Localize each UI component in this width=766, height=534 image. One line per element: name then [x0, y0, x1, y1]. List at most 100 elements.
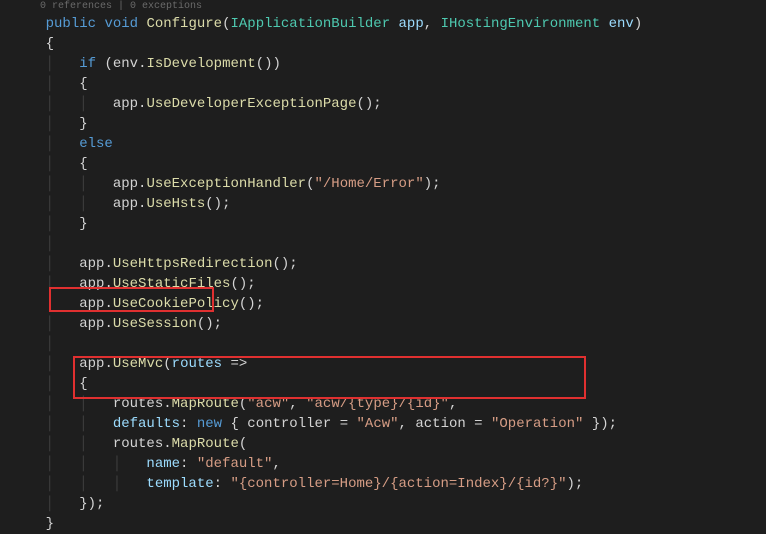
code-line[interactable]: │ }); — [12, 494, 766, 514]
method-usesession: UseSession — [113, 316, 197, 332]
call-end: (); — [239, 296, 264, 312]
comma: , — [272, 456, 280, 472]
param-template: template — [146, 476, 213, 492]
ident-app: app — [79, 296, 104, 312]
method-usehsts: UseHsts — [146, 196, 205, 212]
method-isdev: IsDevelopment — [146, 56, 255, 72]
brace-open: { — [79, 376, 87, 392]
call-end: (); — [205, 196, 230, 212]
code-line[interactable]: public void Configure(IApplicationBuilde… — [12, 14, 766, 34]
param-app: app — [399, 16, 424, 32]
method-usehttps: UseHttpsRedirection — [113, 256, 273, 272]
code-line[interactable]: │ — [12, 234, 766, 254]
code-line[interactable]: │ { — [12, 74, 766, 94]
string-homeerror: "/Home/Error" — [315, 176, 424, 192]
method-usestatic: UseStaticFiles — [113, 276, 231, 292]
code-line[interactable]: │ — [12, 334, 766, 354]
keyword-else: else — [79, 136, 113, 152]
colon: : — [180, 456, 197, 472]
keyword-if: if — [79, 56, 96, 72]
paren: ( — [104, 56, 112, 72]
comma: , — [289, 396, 306, 412]
param-env: env — [609, 16, 634, 32]
ident-app: app — [79, 356, 104, 372]
ident-action: action — [415, 416, 465, 432]
dot: . — [104, 256, 112, 272]
code-line[interactable]: │ } — [12, 214, 766, 234]
brace-close: }); — [79, 496, 104, 512]
ident-app: app — [79, 256, 104, 272]
ident-app: app — [113, 196, 138, 212]
method-maproute: MapRoute — [172, 436, 239, 452]
ident-app: app — [113, 96, 138, 112]
code-line[interactable]: │ if (env.IsDevelopment()) — [12, 54, 766, 74]
param-name: name — [146, 456, 180, 472]
code-line[interactable]: │ else — [12, 134, 766, 154]
ident-app: app — [79, 316, 104, 332]
keyword-public: public — [46, 16, 96, 32]
code-line[interactable]: │ } — [12, 114, 766, 134]
code-line[interactable]: │ │ app.UseHsts(); — [12, 194, 766, 214]
eq: = — [331, 416, 356, 432]
code-line[interactable]: { — [12, 34, 766, 54]
method-usedevexc: UseDeveloperExceptionPage — [146, 96, 356, 112]
paren-close: ) — [634, 16, 642, 32]
code-line[interactable]: │ app.UseSession(); — [12, 314, 766, 334]
paren: ( — [163, 356, 171, 372]
dot: . — [104, 296, 112, 312]
brace-open: { — [79, 156, 87, 172]
paren: ( — [306, 176, 314, 192]
call-end: ); — [567, 476, 584, 492]
code-editor[interactable]: 0 references | 0 exceptions public void … — [0, 0, 766, 534]
code-line[interactable]: │ │ app.UseDeveloperExceptionPage(); — [12, 94, 766, 114]
param-routes: routes — [172, 356, 222, 372]
brace-open: { — [79, 76, 87, 92]
code-line[interactable]: │ │ │ name: "default", — [12, 454, 766, 474]
colon: : — [214, 476, 231, 492]
brace: { — [230, 416, 247, 432]
parens: ()) — [256, 56, 281, 72]
brace-close: } — [46, 516, 54, 532]
param-defaults: defaults — [113, 416, 180, 432]
comma: , — [424, 16, 441, 32]
eq: = — [466, 416, 491, 432]
brace-close: }); — [592, 416, 617, 432]
code-line[interactable]: } — [12, 514, 766, 534]
brace-open: { — [46, 36, 54, 52]
colon: : — [180, 416, 197, 432]
paren: ( — [239, 436, 247, 452]
ident-controller: controller — [247, 416, 331, 432]
string-acw: "acw" — [247, 396, 289, 412]
code-line[interactable]: │ │ defaults: new { controller = "Acw", … — [12, 414, 766, 434]
codelens-info[interactable]: 0 references | 0 exceptions — [12, 0, 766, 14]
code-line[interactable]: │ app.UseCookiePolicy(); — [12, 294, 766, 314]
code-line[interactable]: │ │ │ template: "{controller=Home}/{acti… — [12, 474, 766, 494]
code-line[interactable]: │ { — [12, 374, 766, 394]
code-line[interactable]: │ { — [12, 154, 766, 174]
call-end: (); — [357, 96, 382, 112]
type-iappbuilder: IApplicationBuilder — [230, 16, 390, 32]
brace-close: } — [79, 216, 87, 232]
ident-routes: routes — [113, 436, 163, 452]
call-end: (); — [197, 316, 222, 332]
method-configure: Configure — [146, 16, 222, 32]
dot: . — [104, 356, 112, 372]
code-line[interactable]: │ app.UseHttpsRedirection(); — [12, 254, 766, 274]
code-line[interactable]: │ app.UseStaticFiles(); — [12, 274, 766, 294]
code-line[interactable]: │ │ app.UseExceptionHandler("/Home/Error… — [12, 174, 766, 194]
method-usecookie: UseCookiePolicy — [113, 296, 239, 312]
method-usemvc: UseMvc — [113, 356, 163, 372]
string-defaulttemplate: "{controller=Home}/{action=Index}/{id?}" — [230, 476, 566, 492]
string-acwval: "Acw" — [357, 416, 399, 432]
code-line[interactable]: │ │ routes.MapRoute("acw", "acw/{type}/{… — [12, 394, 766, 414]
dot: . — [163, 436, 171, 452]
code-line[interactable]: │ │ routes.MapRoute( — [12, 434, 766, 454]
string-acwtemplate: "acw/{type}/{id}" — [306, 396, 449, 412]
type-ihostenv: IHostingEnvironment — [441, 16, 601, 32]
method-maproute: MapRoute — [172, 396, 239, 412]
ident-app: app — [79, 276, 104, 292]
ident-app: app — [113, 176, 138, 192]
dot: . — [104, 276, 112, 292]
code-line[interactable]: │ app.UseMvc(routes => — [12, 354, 766, 374]
keyword-void: void — [104, 16, 138, 32]
